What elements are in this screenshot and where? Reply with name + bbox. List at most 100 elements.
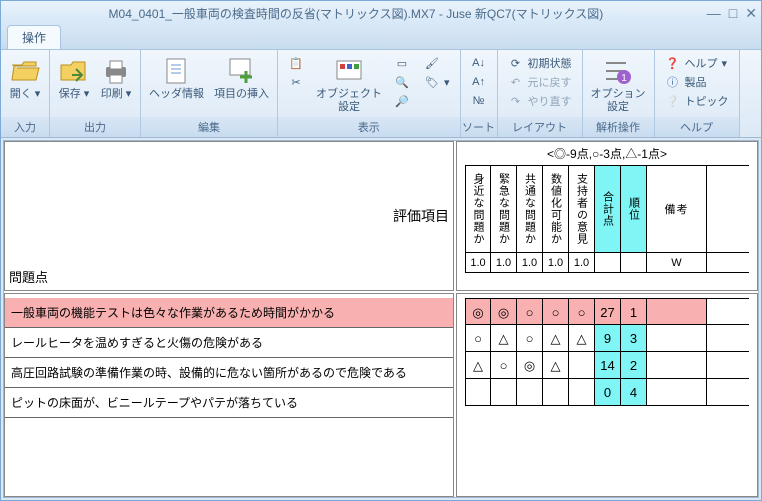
print-button[interactable]: 印刷 ▾ bbox=[96, 52, 136, 117]
sort-desc-button[interactable]: A↑ bbox=[467, 73, 491, 91]
document-icon bbox=[161, 55, 193, 87]
note-cell[interactable] bbox=[647, 299, 707, 324]
eval-pane: 評価項目 問題点 bbox=[4, 141, 454, 291]
sort-num-button[interactable]: № bbox=[467, 92, 491, 110]
problem-row[interactable]: ピットの床面が、ビニールテープやパテが落ちている bbox=[5, 388, 453, 418]
product-button[interactable]: ⓘ製品 bbox=[661, 73, 733, 91]
matrix-cell[interactable]: ◎ bbox=[465, 299, 491, 324]
ribbon-group-display-label: 表示 bbox=[278, 117, 460, 137]
help-button[interactable]: ❓ヘルプ ▾ bbox=[661, 54, 733, 72]
printer-icon bbox=[100, 55, 132, 87]
redo-icon: ↷ bbox=[508, 93, 524, 109]
topic-button[interactable]: ❔トピック bbox=[661, 92, 733, 110]
weight-cell[interactable] bbox=[621, 253, 647, 272]
brush-button[interactable]: 🖌 bbox=[420, 54, 454, 72]
shape-button[interactable]: ▭ bbox=[390, 54, 414, 72]
initial-state-button[interactable]: ⟳初期状態 bbox=[504, 54, 576, 72]
ribbon-group-layout-label: レイアウト bbox=[498, 117, 582, 137]
matrix-cell[interactable]: △ bbox=[569, 325, 595, 351]
save-button[interactable]: 保存 ▾ bbox=[54, 52, 94, 117]
column-header[interactable]: 順位 bbox=[621, 166, 647, 252]
matrix-cell[interactable]: ○ bbox=[491, 352, 517, 378]
matrix-cell[interactable]: ◎ bbox=[491, 299, 517, 324]
matrix-cell[interactable] bbox=[517, 379, 543, 405]
magnify-plus-button[interactable]: 🔎 bbox=[390, 92, 414, 110]
tag-button[interactable]: 🏷▾ bbox=[420, 73, 454, 91]
open-button[interactable]: 開く ▾ bbox=[5, 52, 45, 117]
window-title: M04_0401_一般車両の検査時間の反省(マトリックス図).MX7 - Jus… bbox=[5, 5, 707, 22]
problem-row[interactable]: 高圧回路試験の準備作業の時、設備的に危ない箇所があるので危険である bbox=[5, 358, 453, 388]
matrix-cell[interactable]: △ bbox=[543, 325, 569, 351]
matrix-cell[interactable]: ○ bbox=[517, 325, 543, 351]
matrix-cell[interactable]: ○ bbox=[543, 299, 569, 324]
minimize-button[interactable]: — bbox=[707, 5, 721, 22]
note-cell[interactable] bbox=[647, 379, 707, 405]
matrix-cell[interactable]: △ bbox=[491, 325, 517, 351]
matrix-cell[interactable]: △ bbox=[465, 352, 491, 378]
weight-cell[interactable]: 1.0 bbox=[569, 253, 595, 272]
weight-cell[interactable] bbox=[595, 253, 621, 272]
sort-desc-icon: A↑ bbox=[471, 74, 487, 90]
object-settings-button[interactable]: オブジェクト 設定 bbox=[312, 52, 386, 117]
matrix-cell[interactable] bbox=[465, 379, 491, 405]
maximize-button[interactable]: □ bbox=[729, 5, 737, 22]
column-header[interactable]: 緊急な問題か bbox=[491, 166, 517, 252]
magnify-minus-button[interactable]: 🔍 bbox=[390, 73, 414, 91]
copy-button[interactable]: 📋 bbox=[284, 54, 308, 72]
zoom-in-icon: 🔎 bbox=[394, 93, 410, 109]
weight-cell[interactable]: W bbox=[647, 253, 707, 272]
matrix-cell[interactable] bbox=[543, 379, 569, 405]
matrix-cell[interactable] bbox=[569, 379, 595, 405]
tab-operation[interactable]: 操作 bbox=[7, 25, 61, 49]
titlebar: M04_0401_一般車両の検査時間の反省(マトリックス図).MX7 - Jus… bbox=[1, 1, 761, 25]
sort-asc-button[interactable]: A↓ bbox=[467, 54, 491, 72]
matrix-cell[interactable] bbox=[491, 379, 517, 405]
ribbon-group-input-label: 入力 bbox=[1, 117, 49, 137]
help-icon: ❓ bbox=[665, 55, 681, 71]
palette-icon bbox=[333, 55, 365, 87]
cut-button[interactable]: ✂ bbox=[284, 73, 308, 91]
matrix-cell[interactable]: ○ bbox=[569, 299, 595, 324]
total-cell: 14 bbox=[595, 352, 621, 378]
note-cell[interactable] bbox=[647, 352, 707, 378]
folder-save-icon bbox=[58, 55, 90, 87]
problem-row[interactable]: レールヒータを温めすぎると火傷の危険がある bbox=[5, 328, 453, 358]
ribbon-group-help-label: ヘルプ bbox=[655, 117, 739, 137]
tab-bar: 操作 bbox=[1, 25, 761, 49]
undo-button[interactable]: ↶元に戻す bbox=[504, 73, 576, 91]
matrix-cell[interactable]: △ bbox=[543, 352, 569, 378]
column-header[interactable]: 身近な問題か bbox=[465, 166, 491, 252]
column-header[interactable]: 備考 bbox=[647, 166, 707, 252]
matrix-cell[interactable]: ○ bbox=[517, 299, 543, 324]
folder-open-icon bbox=[9, 55, 41, 87]
copy-icon: 📋 bbox=[288, 55, 304, 71]
matrix-pane: ◎◎○○○271○△○△△93△○◎△14204 bbox=[456, 293, 758, 497]
matrix-cell[interactable] bbox=[569, 352, 595, 378]
note-cell[interactable] bbox=[647, 325, 707, 351]
close-button[interactable]: ✕ bbox=[745, 5, 757, 22]
rank-cell: 4 bbox=[621, 379, 647, 405]
weight-cell[interactable]: 1.0 bbox=[491, 253, 517, 272]
sort-num-icon: № bbox=[471, 93, 487, 109]
scoring-legend: <◎-9点,○-3点,△-1点> bbox=[457, 142, 757, 165]
header-info-button[interactable]: ヘッダ情報 bbox=[145, 52, 208, 117]
column-header[interactable]: 合計点 bbox=[595, 166, 621, 252]
brush-icon: 🖌 bbox=[424, 55, 440, 71]
column-header[interactable]: 数値化可能か bbox=[543, 166, 569, 252]
option-settings-button[interactable]: 1 オプション 設定 bbox=[587, 52, 650, 117]
problem-label: 問題点 bbox=[9, 267, 48, 286]
insert-item-button[interactable]: 項目の挿入 bbox=[210, 52, 273, 117]
matrix-cell[interactable]: ○ bbox=[465, 325, 491, 351]
matrix-cell[interactable]: ◎ bbox=[517, 352, 543, 378]
column-header[interactable]: 共通な問題か bbox=[517, 166, 543, 252]
weight-cell[interactable]: 1.0 bbox=[465, 253, 491, 272]
weight-cell[interactable]: 1.0 bbox=[543, 253, 569, 272]
total-cell: 27 bbox=[595, 299, 621, 324]
matrix-row: ◎◎○○○271 bbox=[465, 298, 749, 325]
column-header[interactable]: 支持者の意見 bbox=[569, 166, 595, 252]
eval-items-label: 評価項目 bbox=[393, 206, 449, 226]
problem-row[interactable]: 一般車両の機能テストは色々な作業があるため時間がかかる bbox=[5, 298, 453, 328]
redo-button[interactable]: ↷やり直す bbox=[504, 92, 576, 110]
cut-icon: ✂ bbox=[288, 74, 304, 90]
weight-cell[interactable]: 1.0 bbox=[517, 253, 543, 272]
